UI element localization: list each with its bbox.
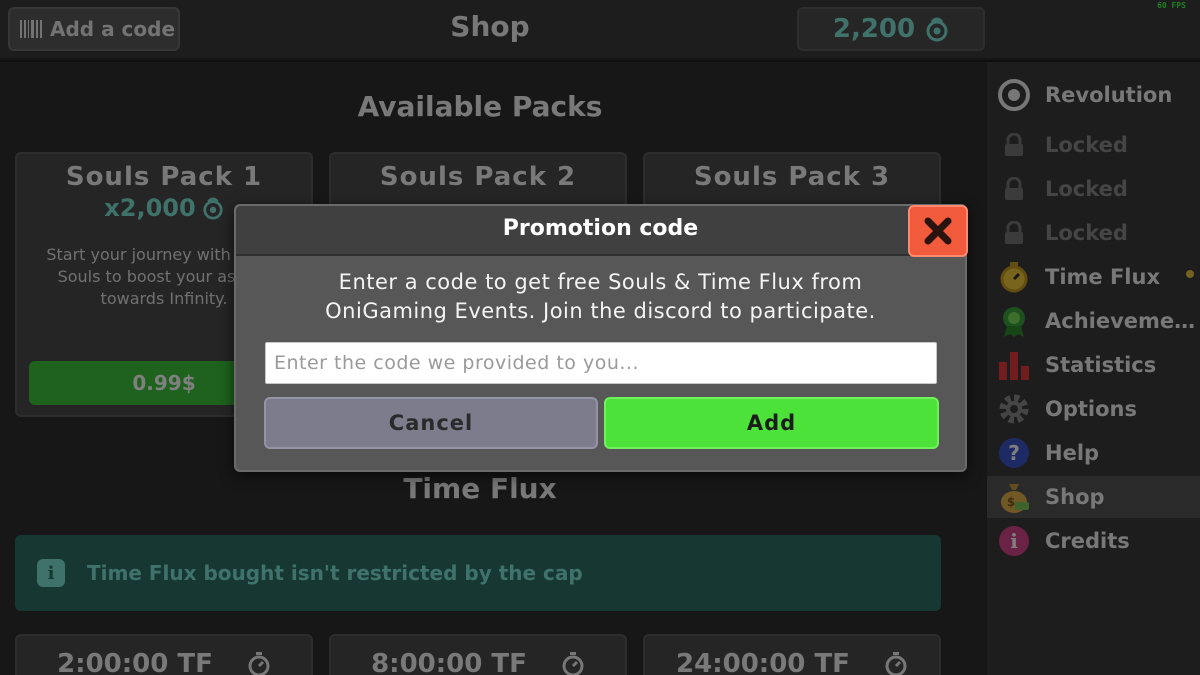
dialog-message-line: OniGaming Events. Join the discord to pa… bbox=[325, 299, 876, 323]
cancel-button[interactable]: Cancel bbox=[264, 397, 598, 449]
promotion-code-dialog: Promotion code Enter a code to get free … bbox=[234, 204, 968, 472]
add-button[interactable]: Add bbox=[604, 397, 939, 449]
dialog-title: Promotion code bbox=[502, 216, 699, 241]
close-icon bbox=[924, 217, 952, 245]
dialog-message: Enter a code to get free Souls & Time Fl… bbox=[246, 268, 955, 326]
dialog-message-line: Enter a code to get free Souls & Time Fl… bbox=[338, 270, 863, 294]
promo-code-input[interactable] bbox=[265, 342, 937, 384]
close-button[interactable] bbox=[908, 205, 968, 257]
dialog-header: Promotion code bbox=[236, 206, 965, 256]
